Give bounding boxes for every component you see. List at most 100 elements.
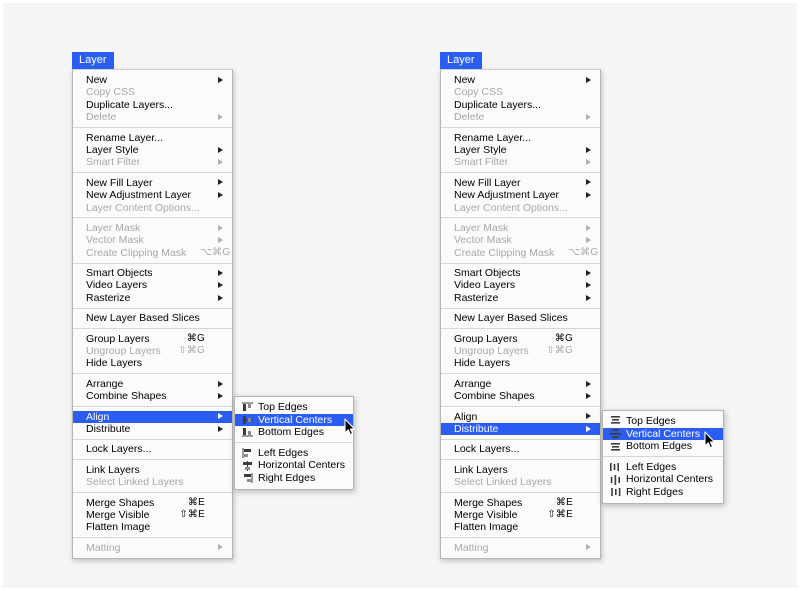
menu-item-new-fill-layer[interactable]: New Fill Layer (73, 177, 232, 189)
menu-item-label: Video Layers (86, 279, 148, 292)
menu-item-hide-layers[interactable]: Hide Layers (441, 357, 600, 369)
submenu-chevron-icon (583, 177, 591, 189)
menu-item-distribute[interactable]: Distribute (73, 423, 232, 435)
menu-item-layer-content-options: Layer Content Options... (73, 202, 232, 214)
submenu-chevron-icon (583, 333, 591, 345)
menu-item-combine-shapes[interactable]: Combine Shapes (73, 390, 232, 402)
menu-item-rasterize[interactable]: Rasterize (73, 292, 232, 304)
submenu-chevron-icon (215, 378, 223, 390)
menu-item-distribute[interactable]: Distribute (441, 422, 600, 436)
submenu-item-vertical-centers[interactable]: Vertical Centers (235, 413, 353, 427)
menu-item-label: Merge Visible (86, 508, 150, 521)
submenu-chevron-icon (240, 247, 248, 259)
menu-item-combine-shapes[interactable]: Combine Shapes (441, 390, 600, 402)
menu-item-new-layer-based-slices[interactable]: New Layer Based Slices (441, 312, 600, 324)
menu-item-new-fill-layer[interactable]: New Fill Layer (441, 177, 600, 189)
menu-item-new-adjustment-layer[interactable]: New Adjustment Layer (441, 189, 600, 201)
menu-item-copy-css: Copy CSS (441, 86, 600, 98)
menu-item-duplicate-layers[interactable]: Duplicate Layers... (441, 99, 600, 111)
submenu-item-top-edges[interactable]: Top Edges (603, 415, 723, 428)
menu-item-arrange[interactable]: Arrange (441, 378, 600, 390)
submenu-chevron-icon (583, 476, 591, 488)
menu-item-merge-shapes[interactable]: Merge Shapes ⌘E (441, 497, 600, 509)
menu-item-new-adjustment-layer[interactable]: New Adjustment Layer (73, 189, 232, 201)
menu-separator (441, 127, 600, 129)
submenu-chevron-icon (583, 521, 591, 533)
menu-item-smart-filter: Smart Filter (73, 156, 232, 168)
menu-item-label: Smart Objects (454, 267, 521, 280)
submenu-item-left-edges[interactable]: Left Edges (603, 461, 723, 474)
submenu-chevron-icon (215, 156, 223, 168)
submenu-item-right-edges[interactable]: Right Edges (603, 486, 723, 499)
menu-item-flatten-image[interactable]: Flatten Image (73, 521, 232, 533)
menu-item-select-linked-layers: Select Linked Layers (73, 476, 232, 488)
submenu-chevron-icon (215, 144, 223, 156)
menu-item-align[interactable]: Align (73, 410, 232, 423)
submenu-chevron-icon (215, 542, 223, 554)
submenu-item-top-edges[interactable]: Top Edges (235, 401, 353, 414)
menu-item-video-layers[interactable]: Video Layers (73, 279, 232, 291)
submenu-chevron-icon (583, 312, 591, 324)
menu-item-link-layers[interactable]: Link Layers (441, 464, 600, 476)
submenu-item-vertical-centers[interactable]: Vertical Centers (603, 427, 723, 441)
submenu-item-horizontal-centers[interactable]: Horizontal Centers (603, 473, 723, 486)
submenu-item-horizontal-centers[interactable]: Horizontal Centers (235, 459, 353, 472)
submenu-chevron-icon (215, 476, 223, 488)
menu-item-new[interactable]: New (73, 74, 232, 86)
menu-title-left[interactable]: Layer (72, 52, 114, 69)
menu-item-flatten-image[interactable]: Flatten Image (441, 521, 600, 533)
menu-item-label: Delete (86, 111, 117, 124)
menu-item-label: Flatten Image (86, 521, 151, 534)
menu-item-hide-layers[interactable]: Hide Layers (73, 357, 232, 369)
menu-item-align[interactable]: Align (441, 411, 600, 423)
menu-item-duplicate-layers[interactable]: Duplicate Layers... (73, 99, 232, 111)
menu-item-new-layer-based-slices[interactable]: New Layer Based Slices (73, 312, 232, 324)
menu-item-layer-style[interactable]: Layer Style (441, 144, 600, 156)
menu-item-merge-visible[interactable]: Merge Visible ⇧⌘E (441, 509, 600, 521)
submenu-chevron-icon (583, 390, 591, 402)
submenu-chevron-icon (583, 267, 591, 279)
menu-item-label: Ungroup Layers (86, 345, 161, 358)
submenu-chevron-icon (215, 132, 223, 144)
menu-item-smart-objects[interactable]: Smart Objects (73, 267, 232, 279)
submenu-chevron-icon (215, 234, 223, 246)
menu-item-delete: Delete (441, 111, 600, 123)
menu-item-lock-layers[interactable]: Lock Layers... (441, 443, 600, 455)
submenu-item-bottom-edges[interactable]: Bottom Edges (603, 440, 723, 453)
menu-item-rename-layer[interactable]: Rename Layer... (73, 132, 232, 144)
menu-separator (73, 172, 232, 174)
distribute-right-edges-icon (610, 487, 621, 497)
menu-item-lock-layers[interactable]: Lock Layers... (73, 443, 232, 455)
menu-item-label: New Layer Based Slices (86, 312, 200, 325)
submenu-item-label: Right Edges (626, 485, 684, 498)
menu-item-rename-layer[interactable]: Rename Layer... (441, 132, 600, 144)
menu-item-shortcut: ⌘E (555, 496, 573, 508)
menu-item-group-layers[interactable]: Group Layers ⌘G (73, 333, 232, 345)
distribute-top-edges-icon (610, 416, 621, 426)
menu-item-merge-visible[interactable]: Merge Visible ⇧⌘E (73, 509, 232, 521)
menu-item-smart-filter: Smart Filter (441, 156, 600, 168)
submenu-chevron-icon (583, 411, 591, 423)
menu-item-merge-shapes[interactable]: Merge Shapes ⌘E (73, 497, 232, 509)
menu-item-video-layers[interactable]: Video Layers (441, 279, 600, 291)
submenu-chevron-icon (215, 443, 223, 455)
submenu-item-left-edges[interactable]: Left Edges (235, 447, 353, 460)
menu-item-new[interactable]: New (441, 74, 600, 86)
submenu-chevron-icon (583, 497, 591, 509)
menu-item-group-layers[interactable]: Group Layers ⌘G (441, 333, 600, 345)
menu-item-smart-objects[interactable]: Smart Objects (441, 267, 600, 279)
menu-item-label: Rename Layer... (86, 131, 164, 144)
submenu-item-bottom-edges[interactable]: Bottom Edges (235, 426, 353, 439)
menu-item-arrange[interactable]: Arrange (73, 378, 232, 390)
menu-item-label: Rasterize (454, 291, 499, 304)
menu-item-matting: Matting (441, 542, 600, 554)
submenu-item-label: Horizontal Centers (626, 473, 713, 486)
menu-title-right[interactable]: Layer (440, 52, 482, 69)
menu-item-rasterize[interactable]: Rasterize (441, 292, 600, 304)
menu-item-layer-style[interactable]: Layer Style (73, 144, 232, 156)
submenu-item-right-edges[interactable]: Right Edges (235, 472, 353, 485)
submenu-chevron-icon (215, 464, 223, 476)
menu-item-link-layers[interactable]: Link Layers (73, 464, 232, 476)
submenu-chevron-icon (608, 247, 616, 259)
menu-item-ungroup-layers: Ungroup Layers ⇧⌘G (73, 345, 232, 357)
